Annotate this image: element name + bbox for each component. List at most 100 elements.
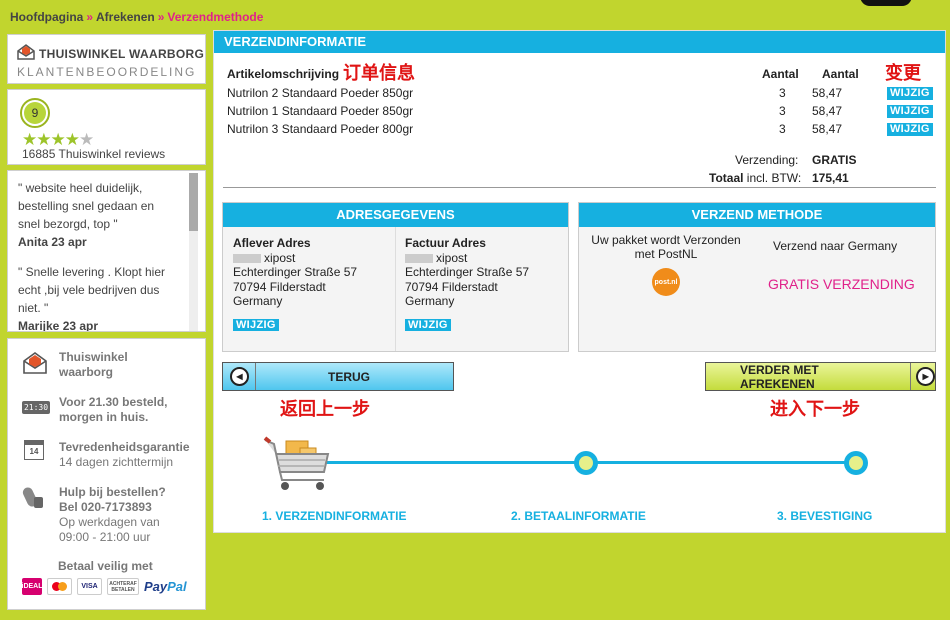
- feature-line3: Op werkdagen van: [59, 515, 160, 529]
- thuiswinkel-subtitle: KLANTENBEOORDELING: [17, 65, 197, 79]
- address-box: ADRESGEGEVENS Aflever Adres xipost Echte…: [222, 202, 569, 352]
- table-row: Nutrilon 1 Standaard Poeder 850gr 3 58,4…: [227, 104, 935, 122]
- visa-label: VISA: [81, 583, 98, 590]
- breadcrumb-separator: »: [157, 10, 165, 24]
- paypal-pal: Pal: [167, 579, 187, 594]
- total-label-suffix: incl. BTW:: [746, 171, 802, 185]
- shipping-value: GRATIS: [812, 153, 857, 167]
- delivery-street: Echterdinger Straße 57: [233, 265, 358, 279]
- delivery-address: Aflever Adres xipost Echterdinger Straße…: [233, 236, 357, 332]
- invoice-address: Factuur Adres xipost Echterdinger Straße…: [405, 236, 529, 332]
- address-header: ADRESGEGEVENS: [223, 203, 568, 227]
- edit-item-button[interactable]: WIJZIG: [887, 105, 933, 118]
- reviews-scrollbar[interactable]: [189, 173, 198, 331]
- top-corner-badge: [860, 0, 912, 6]
- edit-item-button[interactable]: WIJZIG: [887, 87, 933, 100]
- feature-line4: 09:00 - 21:00 uur: [59, 530, 151, 544]
- achteraf-label: ACHTERAF BETALEN: [109, 580, 137, 593]
- next-label: VERDER MET AFREKENEN: [740, 362, 819, 391]
- total-label-bold: Totaal: [709, 171, 744, 185]
- item-price: 58,47: [812, 104, 843, 118]
- phone-icon: [22, 487, 43, 508]
- page-title: VERZENDINFORMATIE: [214, 31, 945, 53]
- shipping-method-box: VERZEND METHODE Uw pakket wordt Verzonde…: [578, 202, 936, 352]
- divider: [223, 187, 936, 188]
- total-value: 175,41: [812, 171, 849, 185]
- step-2-dot: [574, 451, 598, 475]
- review-author: Marijke 23 apr: [18, 319, 99, 332]
- annotation-order-info: 订单信息: [343, 63, 415, 83]
- invoice-city: 70794 Filderstadt: [405, 279, 498, 294]
- feature-line1: Thuiswinkel: [59, 350, 128, 364]
- thuiswinkel-header[interactable]: THUISWINKEL WAARBORG KLANTENBEOORDELING: [7, 34, 206, 84]
- rating-box[interactable]: 9 ★★★★★ 16885 Thuiswinkel reviews: [7, 89, 206, 165]
- envelope-icon: [23, 352, 47, 374]
- breadcrumb-checkout[interactable]: Afrekenen: [96, 10, 155, 24]
- score-value: 9: [24, 102, 46, 124]
- invoice-title: Factuur Adres: [405, 236, 486, 250]
- clock-icon: 21:30: [22, 401, 50, 414]
- item-price: 58,47: [812, 122, 843, 136]
- address-divider: [395, 227, 396, 351]
- delivery-city: 70794 Filderstadt: [233, 279, 326, 294]
- breadcrumb-home[interactable]: Hoofdpagina: [10, 10, 83, 24]
- thuiswinkel-title: THUISWINKEL WAARBORG: [39, 47, 205, 61]
- scrollbar-thumb[interactable]: [189, 173, 198, 231]
- main-panel: VERZENDINFORMATIE Artikelomschrijving 订单…: [213, 30, 946, 533]
- breadcrumb: Hoofdpagina» Afrekenen» Verzendmethode: [10, 10, 263, 24]
- clock-icon-text: 21:30: [23, 403, 49, 412]
- postnl-label: post.nl: [654, 278, 678, 286]
- item-price: 58,47: [812, 86, 843, 100]
- step-3-dot: [844, 451, 868, 475]
- arrow-right-icon: ▶: [916, 367, 935, 386]
- back-button[interactable]: ◀ TERUG: [222, 362, 454, 391]
- feature-line2: 14 dagen zichttermijn: [59, 455, 174, 469]
- method-text-line2: met PostNL: [634, 247, 698, 261]
- arrow-left-icon: ◀: [230, 367, 249, 386]
- redacted-name: [405, 253, 433, 263]
- edit-invoice-button[interactable]: WIJZIG: [405, 318, 451, 331]
- feature-line2: morgen in huis.: [59, 410, 149, 424]
- ideal-icon: iDEAL: [21, 578, 43, 595]
- pay-label: Betaal veilig met: [58, 559, 153, 573]
- edit-delivery-button[interactable]: WIJZIG: [233, 318, 279, 331]
- payment-methods: iDEAL VISA ACHTERAF BETALEN PayPal: [22, 578, 187, 595]
- method-text-line1: Uw pakket wordt Verzonden: [591, 233, 741, 247]
- review-author: Anita 23 apr: [18, 235, 87, 249]
- mastercard-icon: [47, 578, 72, 595]
- item-quantity: 3: [779, 86, 786, 100]
- item-quantity: 3: [779, 104, 786, 118]
- item-description: Nutrilon 2 Standaard Poeder 850gr: [227, 86, 414, 100]
- col-description: Artikelomschrijving: [227, 67, 340, 81]
- reviews-list: " website heel duidelijk, bestelling sne…: [7, 170, 206, 332]
- item-quantity: 3: [779, 122, 786, 136]
- invoice-street: Echterdinger Straße 57: [405, 265, 530, 279]
- postnl-logo-icon: post.nl: [652, 268, 680, 296]
- feature-line1: Voor 21.30 besteld,: [59, 395, 168, 409]
- free-shipping-label: GRATIS VERZENDING: [768, 276, 915, 292]
- table-row: Nutrilon 2 Standaard Poeder 850gr 3 58,4…: [227, 86, 935, 104]
- col-quantity: Aantal: [762, 67, 799, 81]
- total-label: Totaal incl. BTW:: [709, 171, 801, 185]
- paypal-pay: Pay: [144, 579, 168, 594]
- redacted-name: [233, 253, 261, 263]
- delivery-title: Aflever Adres: [233, 236, 311, 250]
- review-count: 16885 Thuiswinkel reviews: [22, 147, 166, 161]
- invoice-name: xipost: [436, 250, 468, 265]
- features-box: Thuiswinkel waarborg 21:30 Voor 21.30 bes…: [7, 338, 206, 610]
- breadcrumb-current: Verzendmethode: [167, 10, 264, 24]
- delivery-country: Germany: [233, 294, 283, 308]
- review-text: " website heel duidelijk, bestelling sne…: [18, 181, 155, 231]
- edit-item-button[interactable]: WIJZIG: [887, 123, 933, 136]
- shopping-cart-icon: [263, 436, 330, 490]
- invoice-country: Germany: [405, 294, 455, 308]
- annotation-next: 进入下一步: [770, 399, 860, 419]
- annotation-back: 返回上一步: [280, 399, 370, 419]
- ideal-label: iDEAL: [21, 583, 43, 590]
- calendar-icon-text: 14: [29, 447, 39, 456]
- review-text: " Snelle levering . Klopt hier echt ,bij…: [18, 265, 166, 315]
- feature-line1: Tevredenheidsgarantie: [59, 440, 190, 454]
- continue-checkout-button[interactable]: VERDER MET AFREKENEN ▶: [705, 362, 936, 391]
- feature-line2: Bel 020-7173893: [59, 500, 152, 514]
- item-description: Nutrilon 3 Standaard Poeder 800gr: [227, 122, 414, 136]
